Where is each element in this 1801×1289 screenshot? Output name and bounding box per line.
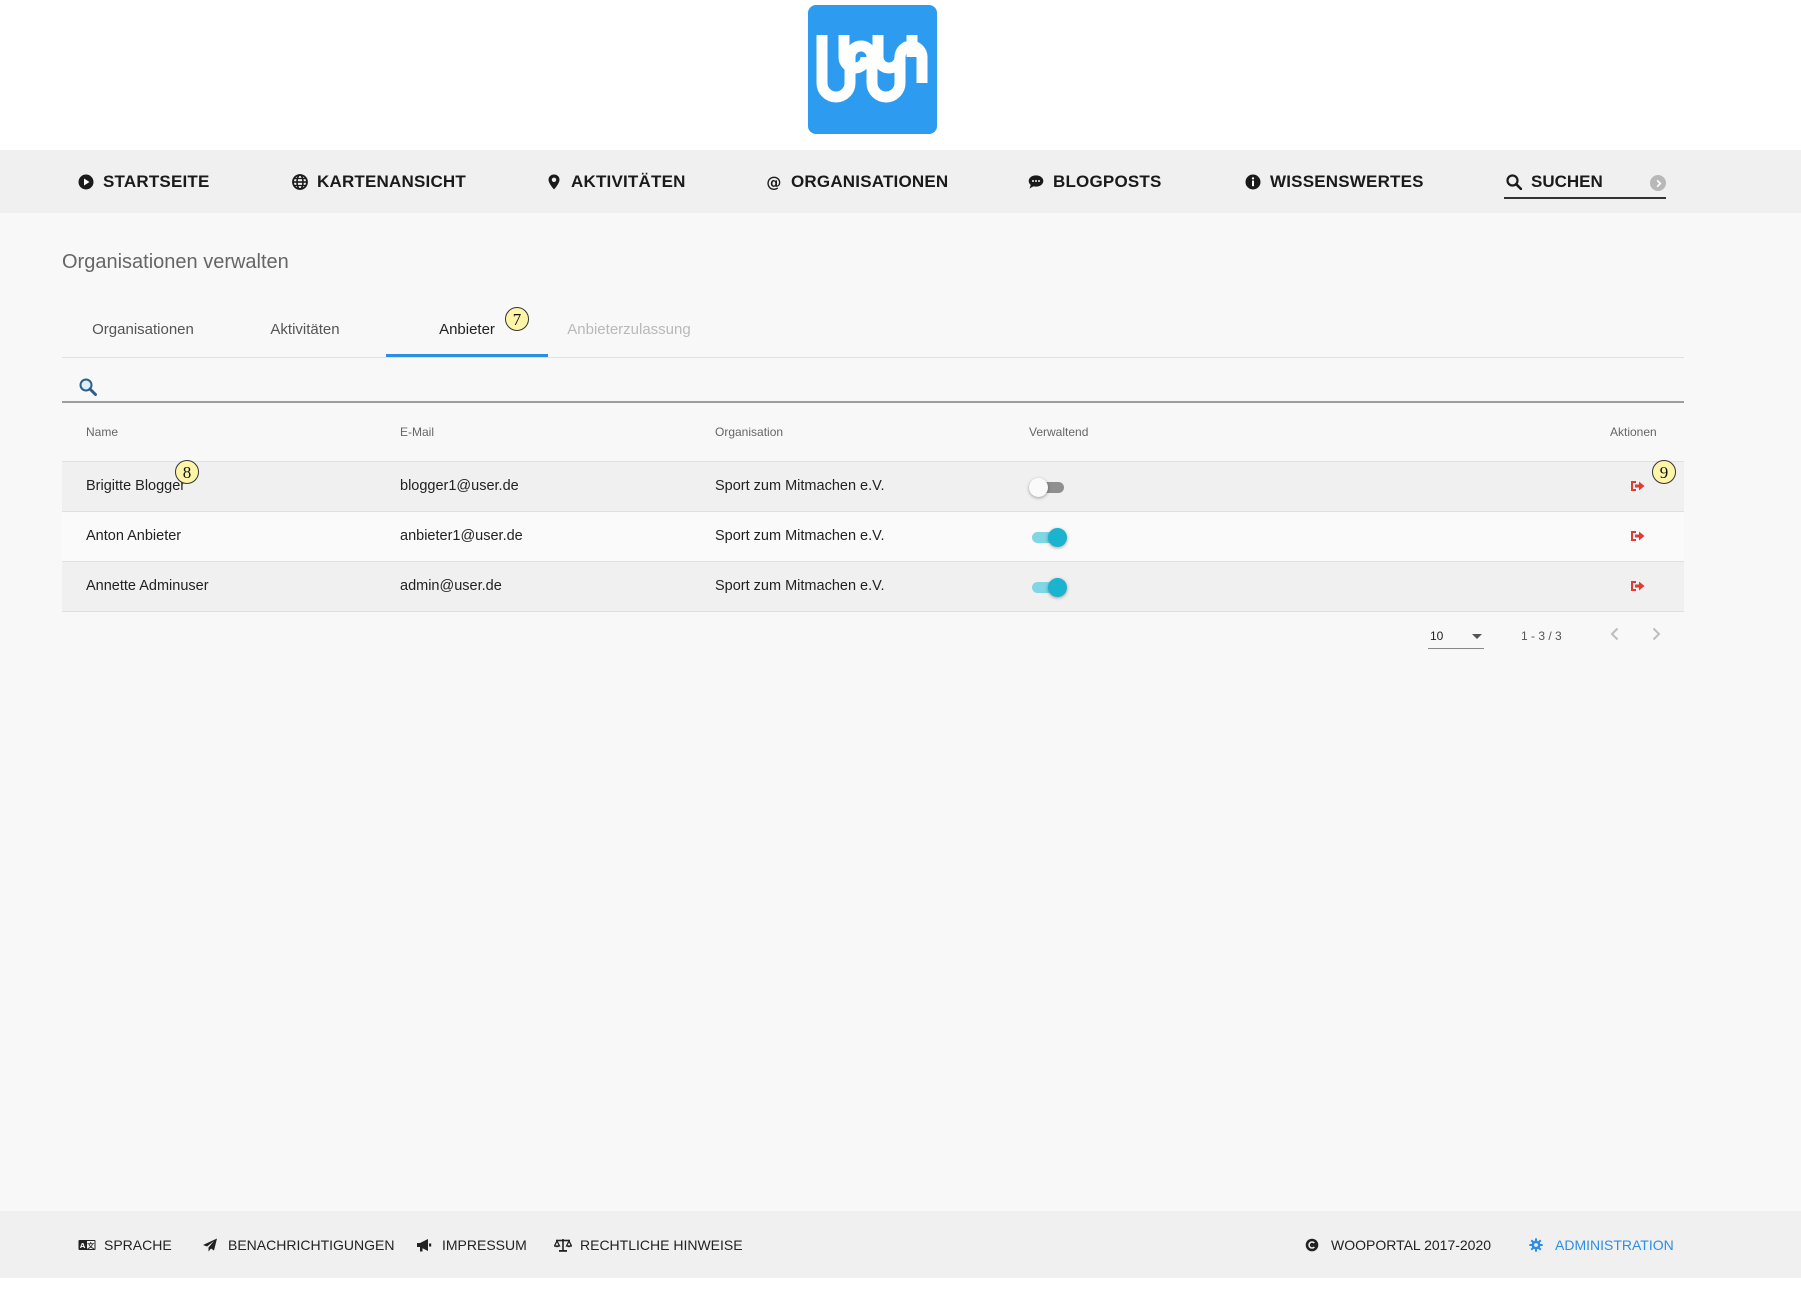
main-navbar: STARTSEITE KARTENANSICHT AKTIVITÄTEN @ O… [0, 150, 1801, 213]
footer-sprache[interactable]: A文 SPRACHE [78, 1211, 172, 1278]
table-filter [62, 357, 1684, 403]
gear-icon [1529, 1237, 1547, 1252]
table-row: Anton Anbieter anbieter1@user.de Sport z… [62, 512, 1684, 562]
main-content: Organisationen verwalten Organisationen … [0, 213, 1801, 1211]
map-marker-icon [546, 174, 562, 190]
page-size-select[interactable]: 10 [1428, 626, 1484, 649]
anbieter-table: Name E-Mail Organisation Verwaltend Akti… [62, 403, 1684, 612]
wooportal-logo[interactable] [808, 5, 937, 134]
previous-page-button[interactable] [1603, 622, 1627, 646]
nav-wissenswertes[interactable]: WISSENSWERTES [1245, 150, 1424, 213]
footer-copyright: WOOPORTAL 2017-2020 [1305, 1211, 1491, 1278]
svg-text:@: @ [766, 174, 781, 190]
verwaltend-toggle[interactable] [1029, 477, 1067, 497]
table-paginator: 10 1 - 3 / 3 [62, 612, 1684, 658]
cell-organisation: Sport zum Mitmachen e.V. [715, 528, 885, 544]
search-icon [1506, 174, 1523, 191]
page-footer: A文 SPRACHE BENACHRICHTIGUNGEN IMPRESSUM … [0, 1211, 1801, 1278]
nav-organisationen[interactable]: @ ORGANISATIONEN [766, 150, 948, 213]
chevron-right-icon [1652, 627, 1661, 641]
admin-tabs: Organisationen Aktivitäten Anbieter Anbi… [62, 301, 1684, 358]
footer-label: SPRACHE [104, 1236, 172, 1253]
footer-benachrichtigungen[interactable]: BENACHRICHTIGUNGEN [202, 1211, 394, 1278]
remove-anbieter-icon[interactable] [1630, 579, 1645, 593]
nav-search-input[interactable] [1531, 172, 1641, 192]
nav-label: ORGANISATIONEN [791, 171, 949, 191]
remove-anbieter-icon[interactable] [1630, 479, 1645, 493]
language-icon: A文 [78, 1238, 96, 1252]
nav-label: WISSENSWERTES [1270, 171, 1424, 191]
column-header-verwaltend[interactable]: Verwaltend [1029, 425, 1088, 439]
table-row: Annette Adminuser admin@user.de Sport zu… [62, 562, 1684, 612]
play-circle-icon [78, 174, 94, 190]
cell-name: Anton Anbieter [86, 528, 182, 544]
caret-down-icon [1472, 634, 1482, 639]
nav-label: KARTENANSICHT [317, 171, 466, 191]
cell-email: blogger1@user.de [400, 478, 519, 494]
balance-scale-icon [554, 1238, 572, 1252]
nav-blogposts[interactable]: BLOGPOSTS [1028, 150, 1162, 213]
tab-aktivitaeten[interactable]: Aktivitäten [224, 301, 386, 357]
cell-organisation: Sport zum Mitmachen e.V. [715, 478, 885, 494]
bullhorn-icon [416, 1238, 434, 1252]
svg-text:A: A [80, 1242, 86, 1250]
footer-label: IMPRESSUM [442, 1236, 527, 1253]
chevron-left-icon [1610, 627, 1619, 641]
verwaltend-toggle[interactable] [1029, 577, 1067, 597]
column-header-email[interactable]: E-Mail [400, 425, 434, 439]
page-title: Organisationen verwalten [62, 251, 289, 273]
page-range-label: 1 - 3 / 3 [1521, 629, 1562, 643]
nav-aktivitaeten[interactable]: AKTIVITÄTEN [546, 150, 686, 213]
cell-email: anbieter1@user.de [400, 528, 523, 544]
filter-input[interactable] [106, 371, 1610, 399]
verwaltend-toggle[interactable] [1029, 527, 1067, 547]
tab-anbieterzulassung: Anbieterzulassung [567, 320, 691, 338]
footer-label: BENACHRICHTIGUNGEN [228, 1236, 395, 1253]
footer-impressum[interactable]: IMPRESSUM [416, 1211, 527, 1278]
nav-startseite[interactable]: STARTSEITE [78, 150, 210, 213]
annotation-marker-7: 7 [505, 307, 529, 331]
nav-kartenansicht[interactable]: KARTENANSICHT [292, 150, 466, 213]
admin-label: ADMINISTRATION [1555, 1236, 1674, 1253]
footer-rechtliche-hinweise[interactable]: RECHTLICHE HINWEISE [554, 1211, 743, 1278]
annotation-marker-9: 9 [1652, 460, 1676, 484]
footer-administration[interactable]: ADMINISTRATION [1529, 1211, 1674, 1278]
at-icon: @ [766, 174, 782, 190]
globe-icon [292, 173, 308, 190]
paper-plane-icon [202, 1238, 220, 1252]
magnifier-icon [78, 377, 98, 397]
copyright-label: WOOPORTAL 2017-2020 [1331, 1236, 1492, 1253]
cell-name: Annette Adminuser [86, 578, 209, 594]
nav-label: STARTSEITE [103, 171, 210, 191]
next-page-button[interactable] [1644, 622, 1668, 646]
nav-search [1504, 150, 1666, 199]
remove-anbieter-icon[interactable] [1630, 529, 1645, 543]
copyright-icon [1305, 1238, 1323, 1252]
nav-label: BLOGPOSTS [1053, 171, 1162, 191]
info-circle-icon [1245, 174, 1261, 190]
cell-name: Brigitte Blogger [86, 478, 186, 494]
nav-label: AKTIVITÄTEN [571, 171, 686, 191]
tab-organisationen[interactable]: Organisationen [62, 301, 224, 357]
column-header-name[interactable]: Name [86, 425, 118, 439]
table-row: Brigitte Blogger blogger1@user.de Sport … [62, 460, 1684, 512]
table-header: Name E-Mail Organisation Verwaltend Akti… [62, 403, 1684, 462]
cell-organisation: Sport zum Mitmachen e.V. [715, 578, 885, 594]
page-size-value: 10 [1430, 629, 1444, 643]
comment-icon [1028, 174, 1044, 190]
svg-text:文: 文 [87, 1241, 95, 1250]
cell-email: admin@user.de [400, 578, 502, 594]
footer-label: RECHTLICHE HINWEISE [580, 1236, 743, 1253]
column-header-aktionen: Aktionen [1610, 425, 1657, 439]
clear-search-icon[interactable] [1650, 175, 1666, 191]
column-header-organisation[interactable]: Organisation [715, 425, 783, 439]
annotation-marker-8: 8 [175, 460, 199, 484]
